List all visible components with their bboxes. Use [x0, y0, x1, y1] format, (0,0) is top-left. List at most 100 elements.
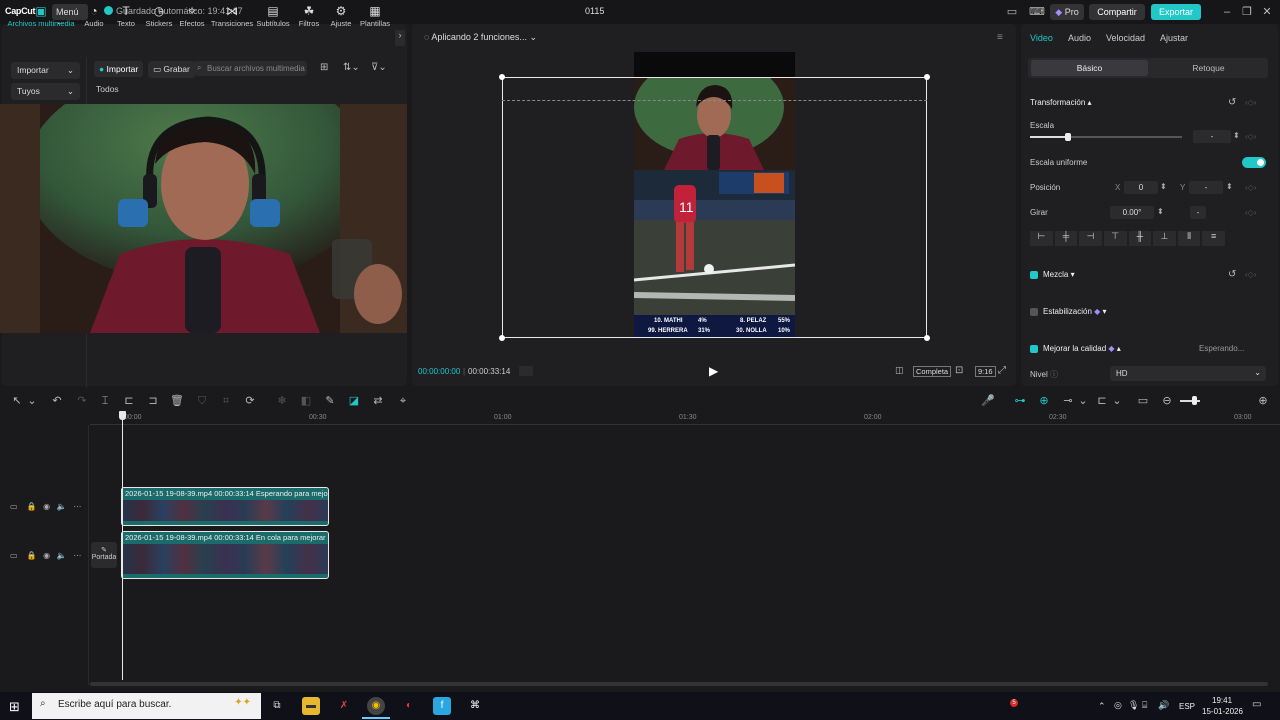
- stepper-icon[interactable]: ⬍: [1160, 182, 1167, 191]
- align-top-icon[interactable]: ⊤: [1103, 231, 1127, 246]
- chevron-down-icon[interactable]: ⌄: [1076, 394, 1090, 408]
- obs-icon[interactable]: ◐: [400, 697, 418, 715]
- keyframe-icon[interactable]: ‹◇›: [1245, 270, 1256, 279]
- align-center-icon[interactable]: ╪: [1054, 231, 1078, 246]
- tab-video[interactable]: Video: [1030, 33, 1053, 43]
- stepper-icon[interactable]: ⬍: [1157, 207, 1164, 216]
- enhance-checkbox[interactable]: [1030, 345, 1038, 353]
- subtab-basic[interactable]: Básico: [1031, 60, 1148, 76]
- align-left-icon[interactable]: ⊢: [1030, 231, 1053, 246]
- resize-handle-tl[interactable]: [499, 74, 505, 80]
- crop-icon[interactable]: ⌗: [219, 394, 233, 408]
- auto-cutout-icon[interactable]: ◪: [347, 394, 361, 408]
- maximize-icon[interactable]: ❐: [1240, 5, 1254, 19]
- import-button[interactable]: ● Importar: [94, 61, 144, 77]
- share-button[interactable]: Compartir: [1089, 4, 1145, 20]
- distribute-h-icon[interactable]: ⦀: [1177, 231, 1201, 246]
- distribute-v-icon[interactable]: ≡: [1202, 231, 1225, 246]
- mirror-icon[interactable]: ◧: [299, 394, 313, 408]
- reset-icon[interactable]: ↺: [1228, 97, 1236, 108]
- fit-button[interactable]: Completa: [913, 366, 952, 377]
- cat-media[interactable]: ▣ Archivos multimedia: [6, 4, 76, 28]
- timeline-scrollbar[interactable]: [90, 682, 1268, 686]
- pos-y-input[interactable]: -: [1189, 181, 1223, 194]
- fullscreen-frame-icon[interactable]: ⊡: [955, 365, 963, 376]
- f-app-icon[interactable]: f: [433, 697, 451, 715]
- compare-icon[interactable]: ◫: [895, 365, 904, 376]
- flip-button[interactable]: -: [1190, 206, 1206, 219]
- clip-track1[interactable]: 2026-01-15 19-08-39.mp4 00:00:33:14 Espe…: [121, 487, 329, 526]
- sort-icon[interactable]: ⇅⌄: [343, 62, 360, 73]
- tab-audio[interactable]: Audio: [1068, 33, 1091, 43]
- chrome-icon[interactable]: ◉: [367, 697, 385, 715]
- minimize-icon[interactable]: –: [1220, 5, 1234, 19]
- layout-icon[interactable]: ▭: [1005, 5, 1019, 19]
- network-icon[interactable]: ⌸: [1142, 700, 1147, 711]
- split-icon[interactable]: ⌶: [98, 394, 112, 408]
- shortcut-icon[interactable]: ⌨: [1029, 5, 1045, 19]
- app-icon[interactable]: ✗: [335, 697, 353, 715]
- more-icon[interactable]: ⋯: [73, 551, 81, 560]
- resize-handle-bl[interactable]: [499, 335, 505, 341]
- stepper-icon[interactable]: ⬍: [1233, 131, 1240, 140]
- export-button[interactable]: Exportar: [1151, 4, 1201, 20]
- scale-slider[interactable]: [1030, 136, 1182, 138]
- align-right-icon[interactable]: ⊣: [1079, 231, 1102, 246]
- rotate-input[interactable]: 0.00°: [1110, 206, 1154, 219]
- freeze-icon[interactable]: ❄: [275, 394, 289, 408]
- subtab-retouch[interactable]: Retoque: [1150, 60, 1267, 76]
- chevron-down-icon[interactable]: ⌄: [25, 394, 39, 408]
- windows-start-icon[interactable]: ⊞: [9, 699, 20, 715]
- preview-axis-icon[interactable]: ⊏: [1095, 394, 1109, 408]
- reset-icon[interactable]: ↺: [1228, 269, 1236, 280]
- cat-effects[interactable]: ✧ Efectos: [172, 4, 212, 28]
- tray-chevron-icon[interactable]: ⌃: [1098, 701, 1106, 712]
- keyframe-icon[interactable]: ‹◇›: [1245, 132, 1256, 141]
- timecode-toggle-icon[interactable]: [519, 366, 533, 376]
- file-explorer-icon[interactable]: ▬: [302, 697, 320, 715]
- delete-icon[interactable]: 🗑: [170, 394, 184, 408]
- mic-tray-icon[interactable]: 🎙: [1128, 700, 1139, 711]
- split-right-icon[interactable]: ⊐: [146, 394, 160, 408]
- stabilize-checkbox[interactable]: [1030, 308, 1038, 316]
- uniform-scale-toggle[interactable]: [1242, 157, 1266, 168]
- eye-icon[interactable]: ◉: [43, 551, 50, 560]
- magic-wand-icon[interactable]: ✎: [323, 394, 337, 408]
- caption-icon[interactable]: ▭: [1136, 394, 1150, 408]
- volume-icon[interactable]: 🔊: [1158, 700, 1169, 711]
- pos-x-input[interactable]: 0: [1124, 181, 1158, 194]
- playhead-handle[interactable]: [119, 411, 126, 420]
- cat-subtitles[interactable]: ▤ Subtítulos: [253, 4, 293, 28]
- magnet-icon[interactable]: ⊶: [1013, 394, 1027, 408]
- scale-value[interactable]: -: [1193, 130, 1231, 143]
- play-icon[interactable]: ▶: [709, 364, 718, 378]
- tab-adjust[interactable]: Ajustar: [1160, 33, 1188, 43]
- keyframe-icon[interactable]: ‹◇›: [1245, 98, 1256, 107]
- hamburger-icon[interactable]: ≡: [997, 32, 1003, 43]
- resize-handle-tr[interactable]: [924, 74, 930, 80]
- keyframe-icon[interactable]: ‹◇›: [1245, 183, 1256, 192]
- cover-button[interactable]: ✎ Portada: [91, 542, 117, 568]
- taskbar-search[interactable]: ⌕ Escribe aquí para buscar. ✦✦: [32, 693, 261, 719]
- resize-handle-br[interactable]: [924, 335, 930, 341]
- record-button[interactable]: ▭ Grabar: [148, 61, 195, 78]
- speaker-icon[interactable]: 🔈: [57, 502, 67, 511]
- track-thumbnail-icon[interactable]: ▭: [10, 502, 18, 511]
- ratio-button[interactable]: 9:16: [975, 366, 996, 377]
- zoom-in-icon[interactable]: ⊕: [1256, 394, 1270, 408]
- track-thumbnail-icon[interactable]: ▭: [10, 551, 18, 560]
- media-search-input[interactable]: ⌕ Buscar archivos multimedia: [194, 61, 307, 76]
- scale-knob[interactable]: [1065, 133, 1071, 141]
- zoom-knob[interactable]: [1192, 396, 1197, 405]
- speed-icon[interactable]: ⟳: [243, 394, 257, 408]
- more-icon[interactable]: ⋯: [73, 502, 81, 511]
- lock-icon[interactable]: 🔒: [26, 502, 36, 511]
- level-select[interactable]: HD ⌄: [1110, 366, 1266, 381]
- redo-icon[interactable]: ↷: [75, 394, 89, 408]
- cursor-icon[interactable]: ↖: [10, 394, 24, 408]
- zoom-slider[interactable]: [1180, 400, 1200, 402]
- speaker-icon[interactable]: 🔈: [57, 551, 67, 560]
- clip-track2[interactable]: 2026-01-15 19-08-39.mp4 00:00:33:14 En c…: [121, 531, 329, 579]
- language-indicator[interactable]: ESP: [1179, 702, 1195, 711]
- selection-box[interactable]: [502, 77, 927, 338]
